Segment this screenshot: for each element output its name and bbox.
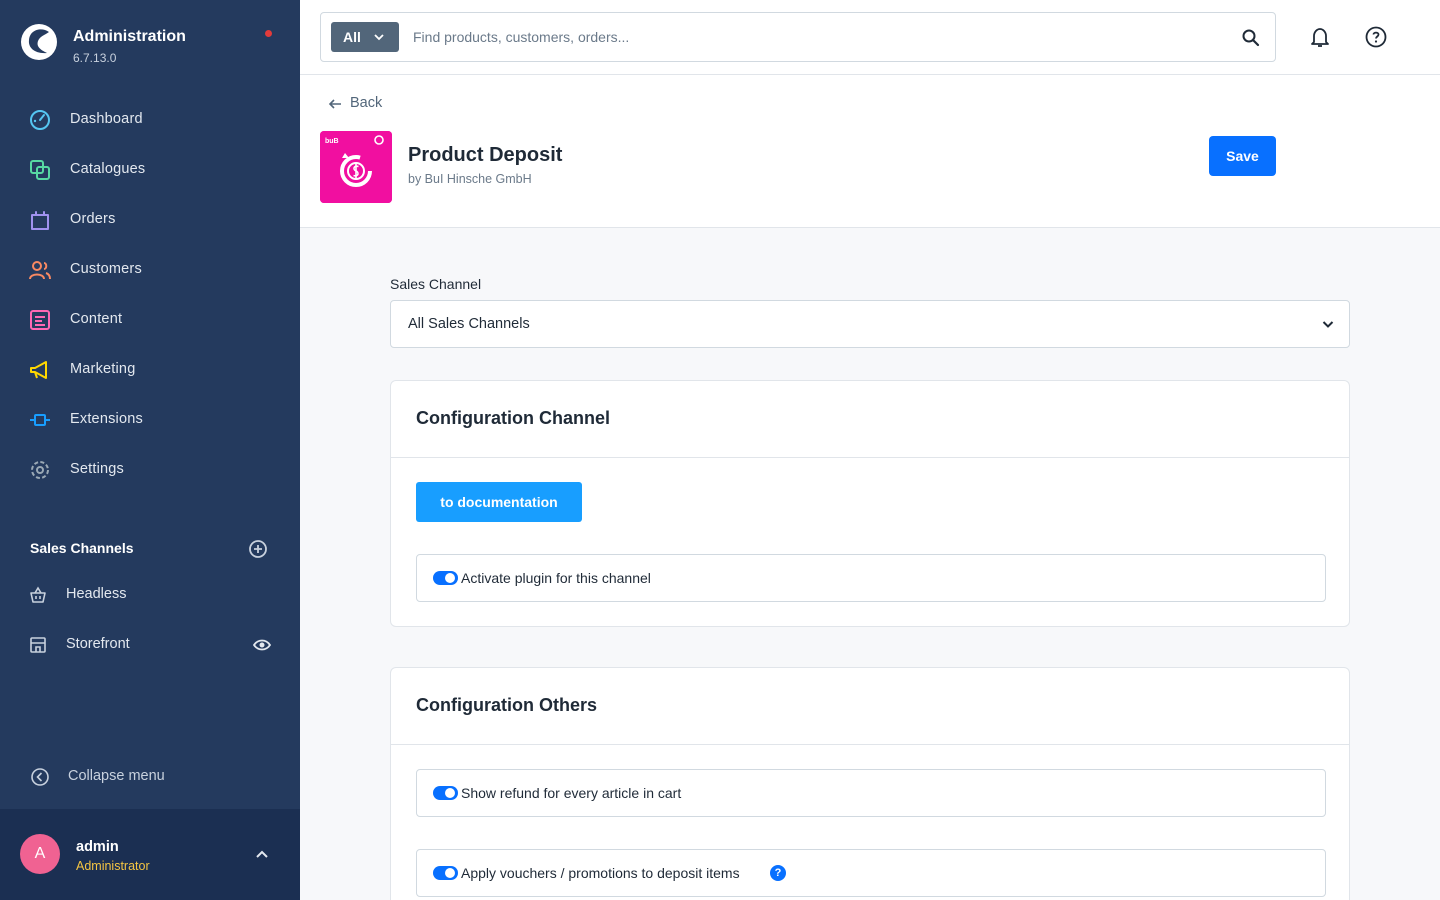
brand: Administration 6.7.13.0 [20, 20, 280, 70]
nav-label: Settings [70, 461, 124, 477]
extensions-icon [30, 414, 50, 426]
sales-channel-storefront[interactable]: Storefront [0, 625, 300, 665]
switch-field-activate-plugin: Activate plugin for this channel [416, 554, 1326, 602]
global-search: All [320, 12, 1276, 62]
search-type-label: All [343, 29, 361, 45]
sales-channel-label: Headless [66, 586, 127, 602]
page-title: Product Deposit [408, 144, 563, 166]
user-menu[interactable]: A admin Administrator [0, 809, 300, 900]
toggle-knob [445, 868, 455, 878]
app-version: 6.7.13.0 [73, 51, 117, 65]
add-sales-channel-icon[interactable] [248, 539, 268, 559]
help-icon[interactable] [1364, 25, 1388, 49]
switch-label: Show refund for every article in cart [461, 785, 682, 801]
collapse-menu-button[interactable]: Collapse menu [30, 765, 280, 789]
top-bar: All [300, 0, 1440, 75]
config-content: Sales Channel All Sales Channels Configu… [390, 228, 1350, 900]
card-configuration-channel: Configuration Channel to documentation A… [390, 380, 1350, 627]
settings-icon [31, 461, 49, 479]
sales-channel-headless[interactable]: Headless [0, 575, 300, 615]
chevron-up-icon[interactable] [254, 847, 270, 861]
card-title: Configuration Others [416, 695, 597, 715]
nav-item-settings[interactable]: Settings [0, 445, 300, 495]
nav-label: Catalogues [70, 161, 146, 177]
sidebar: Administration 6.7.13.0 Dashboard Catalo… [0, 0, 300, 900]
switch-label: Apply vouchers / promotions to deposit i… [461, 865, 740, 881]
eye-icon[interactable] [252, 636, 272, 654]
activate-plugin-toggle[interactable] [433, 571, 458, 585]
svg-text:buB: buB [325, 138, 339, 145]
nav-item-orders[interactable]: Orders [0, 195, 300, 245]
documentation-button[interactable]: to documentation [416, 482, 582, 522]
nav-item-content[interactable]: Content [0, 295, 300, 345]
app-title: Administration [73, 28, 186, 45]
chevron-down-icon [1322, 321, 1334, 328]
switch-field-apply-vouchers: Apply vouchers / promotions to deposit i… [416, 849, 1326, 897]
search-icon[interactable] [1241, 28, 1261, 48]
catalogue-icon [30, 160, 50, 180]
plugin-logo: buB [320, 131, 392, 203]
content-icon [30, 310, 50, 330]
save-button[interactable]: Save [1209, 136, 1276, 176]
apply-vouchers-toggle[interactable] [433, 866, 458, 880]
nav-label: Extensions [70, 411, 143, 427]
chevron-left-circle-icon [31, 768, 49, 786]
arrow-left-icon [328, 99, 341, 109]
back-label: Back [350, 95, 383, 111]
plugin-author: by BuI Hinsche GmbH [408, 172, 532, 186]
shopware-logo-icon[interactable] [20, 23, 58, 61]
search-type-dropdown[interactable]: All [331, 22, 399, 52]
nav-label: Marketing [70, 361, 136, 377]
card-title: Configuration Channel [416, 408, 610, 428]
user-name: admin [76, 839, 119, 855]
status-indicator [265, 30, 272, 37]
nav-item-marketing[interactable]: Marketing [0, 345, 300, 395]
basket-icon [30, 586, 46, 603]
notifications-bell-icon[interactable] [1308, 25, 1332, 49]
divider [391, 744, 1349, 745]
switch-label: Activate plugin for this channel [461, 570, 651, 586]
search-input[interactable] [413, 25, 1193, 49]
sales-channel-field-label: Sales Channel [390, 276, 482, 292]
show-refund-toggle[interactable] [433, 786, 458, 800]
plugin-deposit-icon: buB [320, 131, 392, 203]
sales-channel-select-value: All Sales Channels [408, 316, 530, 332]
avatar: A [20, 834, 60, 874]
marketing-icon [30, 361, 47, 379]
chevron-down-icon [374, 34, 384, 41]
divider [391, 457, 1349, 458]
customers-icon [29, 261, 51, 280]
orders-icon [31, 211, 49, 230]
page-header: Back buB Product Deposit by BuI Hinsche … [300, 75, 1440, 228]
nav-item-customers[interactable]: Customers [0, 245, 300, 295]
nav-item-dashboard[interactable]: Dashboard [0, 95, 300, 145]
card-configuration-others: Configuration Others Show refund for eve… [390, 667, 1350, 900]
storefront-icon [30, 637, 46, 653]
nav-item-extensions[interactable]: Extensions [0, 395, 300, 445]
sales-channels-heading: Sales Channels [30, 540, 134, 556]
user-role: Administrator [76, 859, 150, 873]
nav-label: Dashboard [70, 111, 143, 127]
help-tooltip-icon[interactable]: ? [770, 865, 786, 881]
dashboard-icon [30, 110, 50, 130]
collapse-menu-label: Collapse menu [68, 768, 165, 784]
nav-item-catalogues[interactable]: Catalogues [0, 145, 300, 195]
switch-field-show-refund: Show refund for every article in cart [416, 769, 1326, 817]
toggle-knob [445, 573, 455, 583]
nav-label: Customers [70, 261, 142, 277]
nav-label: Orders [70, 211, 116, 227]
toggle-knob [445, 788, 455, 798]
sales-channel-select[interactable]: All Sales Channels [390, 300, 1350, 348]
sales-channel-label: Storefront [66, 636, 130, 652]
nav-label: Content [70, 311, 123, 327]
